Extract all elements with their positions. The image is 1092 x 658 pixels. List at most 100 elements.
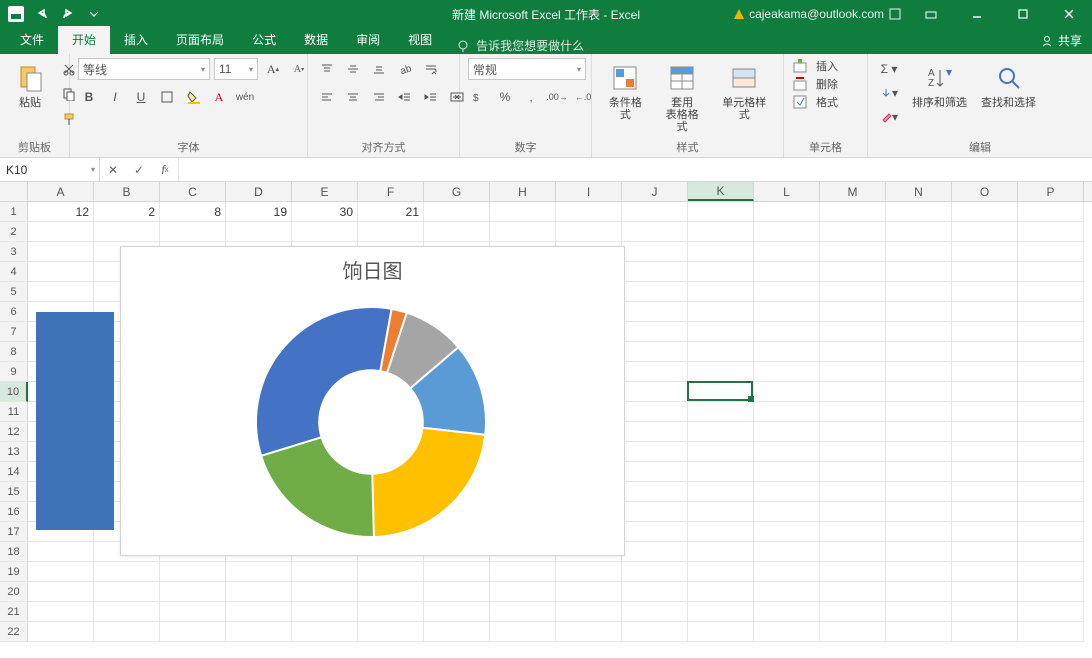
- enter-formula-button[interactable]: ✓: [126, 158, 152, 181]
- cell[interactable]: [952, 502, 1018, 522]
- cell[interactable]: [820, 602, 886, 622]
- row-header[interactable]: 22: [0, 622, 28, 642]
- cell[interactable]: [28, 242, 94, 262]
- cell[interactable]: [28, 622, 94, 642]
- cell[interactable]: [688, 322, 754, 342]
- underline-button[interactable]: U: [130, 86, 152, 108]
- cell[interactable]: [622, 542, 688, 562]
- align-middle-button[interactable]: [342, 58, 364, 80]
- column-header[interactable]: P: [1018, 182, 1084, 201]
- cell[interactable]: [1018, 482, 1084, 502]
- cell[interactable]: [358, 622, 424, 642]
- sort-filter-button[interactable]: AZ 排序和筛选: [908, 58, 971, 109]
- cell[interactable]: [820, 502, 886, 522]
- donut-slice[interactable]: [372, 428, 485, 537]
- cell[interactable]: [754, 482, 820, 502]
- cell[interactable]: [226, 582, 292, 602]
- phonetic-button[interactable]: wén: [234, 86, 256, 108]
- align-right-button[interactable]: [368, 86, 390, 108]
- percent-format-button[interactable]: %: [494, 86, 516, 108]
- decrease-font-button[interactable]: A▾: [288, 58, 310, 80]
- cell[interactable]: [952, 242, 1018, 262]
- format-cells-button[interactable]: 格式: [792, 94, 838, 110]
- cell[interactable]: [622, 602, 688, 622]
- cell[interactable]: [820, 322, 886, 342]
- cell[interactable]: [1018, 442, 1084, 462]
- row-header[interactable]: 10: [0, 382, 28, 402]
- cell[interactable]: [754, 582, 820, 602]
- cell[interactable]: [886, 622, 952, 642]
- cell[interactable]: [622, 562, 688, 582]
- cell[interactable]: [622, 362, 688, 382]
- cell[interactable]: [226, 222, 292, 242]
- row-header[interactable]: 14: [0, 462, 28, 482]
- cell[interactable]: 8: [160, 202, 226, 222]
- tab-file[interactable]: 文件: [6, 26, 58, 54]
- cell[interactable]: [754, 322, 820, 342]
- cell[interactable]: [820, 542, 886, 562]
- insert-function-button[interactable]: fx: [152, 158, 178, 181]
- row-header[interactable]: 1: [0, 202, 28, 222]
- cell[interactable]: [1018, 502, 1084, 522]
- cell[interactable]: [292, 622, 358, 642]
- cell[interactable]: [688, 442, 754, 462]
- cell[interactable]: [886, 282, 952, 302]
- cell[interactable]: [754, 402, 820, 422]
- increase-font-button[interactable]: A▴: [262, 58, 284, 80]
- cell[interactable]: [886, 362, 952, 382]
- column-header[interactable]: J: [622, 182, 688, 201]
- italic-button[interactable]: I: [104, 86, 126, 108]
- cell[interactable]: [952, 222, 1018, 242]
- cell[interactable]: [1018, 362, 1084, 382]
- cell[interactable]: [94, 582, 160, 602]
- cell[interactable]: [1018, 602, 1084, 622]
- bold-button[interactable]: B: [78, 86, 100, 108]
- cell[interactable]: [292, 222, 358, 242]
- column-header[interactable]: N: [886, 182, 952, 201]
- cell[interactable]: [952, 322, 1018, 342]
- clear-button[interactable]: ▾: [876, 106, 902, 128]
- cell[interactable]: [886, 402, 952, 422]
- column-header[interactable]: D: [226, 182, 292, 201]
- cell[interactable]: [160, 222, 226, 242]
- redo-button[interactable]: [58, 4, 78, 24]
- column-header[interactable]: H: [490, 182, 556, 201]
- name-box[interactable]: K10 ▾: [0, 158, 100, 181]
- cell[interactable]: [688, 602, 754, 622]
- cell[interactable]: [952, 442, 1018, 462]
- row-header[interactable]: 13: [0, 442, 28, 462]
- cell[interactable]: [622, 222, 688, 242]
- cell[interactable]: [490, 622, 556, 642]
- cell[interactable]: [556, 202, 622, 222]
- cell[interactable]: [754, 462, 820, 482]
- cell[interactable]: [424, 562, 490, 582]
- row-header[interactable]: 8: [0, 342, 28, 362]
- cell[interactable]: [1018, 422, 1084, 442]
- row-header[interactable]: 19: [0, 562, 28, 582]
- cell[interactable]: [424, 222, 490, 242]
- cell[interactable]: [952, 582, 1018, 602]
- cell[interactable]: [820, 522, 886, 542]
- cell[interactable]: [622, 262, 688, 282]
- paste-button[interactable]: 粘贴: [8, 58, 52, 109]
- cell[interactable]: [358, 582, 424, 602]
- cell[interactable]: [952, 302, 1018, 322]
- insert-cells-button[interactable]: 插入: [792, 58, 838, 74]
- cell[interactable]: [886, 482, 952, 502]
- cell[interactable]: [622, 522, 688, 542]
- cell[interactable]: [556, 622, 622, 642]
- cell[interactable]: [754, 282, 820, 302]
- cell[interactable]: [160, 582, 226, 602]
- cell[interactable]: [622, 202, 688, 222]
- cell[interactable]: [952, 622, 1018, 642]
- cell[interactable]: [754, 622, 820, 642]
- cell[interactable]: [754, 562, 820, 582]
- cell[interactable]: [754, 362, 820, 382]
- cell[interactable]: [28, 602, 94, 622]
- undo-button[interactable]: [32, 4, 52, 24]
- donut-slice[interactable]: [256, 307, 392, 456]
- increase-decimal-button[interactable]: .00→: [546, 86, 568, 108]
- row-header[interactable]: 11: [0, 402, 28, 422]
- column-header[interactable]: B: [94, 182, 160, 201]
- cell[interactable]: [424, 602, 490, 622]
